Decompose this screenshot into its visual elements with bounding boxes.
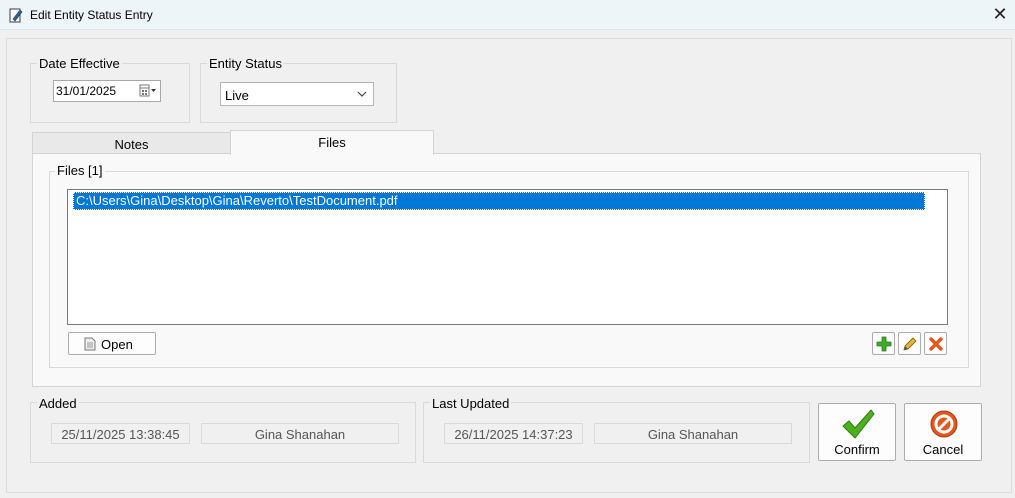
tab-notes[interactable]: Notes [32, 132, 231, 154]
app-icon [9, 8, 23, 23]
tab-files-label: Files [318, 135, 346, 150]
window-title: Edit Entity Status Entry [30, 8, 153, 22]
open-button-label: Open [101, 337, 133, 352]
list-item[interactable]: C:\Users\Gina\Desktop\Gina\Reverto\TestD… [73, 192, 925, 210]
no-entry-icon [930, 410, 958, 438]
plus-icon [876, 336, 892, 352]
cancel-button-label: Cancel [922, 442, 964, 457]
entity-status-select[interactable]: Live [220, 82, 374, 106]
added-user: Gina Shanahan [201, 423, 399, 444]
tab-notes-label: Notes [114, 137, 149, 152]
files-list[interactable]: C:\Users\Gina\Desktop\Gina\Reverto\TestD… [67, 189, 948, 325]
open-button[interactable]: Open [68, 332, 156, 355]
entity-status-label: Entity Status [207, 56, 284, 71]
last-updated-timestamp: 26/11/2025 14:37:23 [444, 423, 583, 444]
edit-file-button[interactable] [898, 332, 921, 355]
last-updated-user: Gina Shanahan [594, 423, 792, 444]
checkmark-icon [842, 409, 875, 439]
cancel-button[interactable]: Cancel [904, 403, 982, 461]
pencil-icon [903, 337, 917, 351]
date-effective-label: Date Effective [37, 56, 122, 71]
title-bar: Edit Entity Status Entry ✕ [0, 0, 1015, 30]
close-icon[interactable]: ✕ [990, 5, 1010, 25]
add-file-button[interactable] [872, 332, 895, 355]
added-timestamp: 25/11/2025 13:38:45 [51, 423, 190, 444]
date-effective-value: 31/01/2025 [56, 84, 117, 98]
last-updated-label: Last Updated [430, 396, 512, 411]
added-label: Added [37, 396, 79, 411]
chevron-down-icon [357, 91, 367, 97]
delete-file-button[interactable] [924, 332, 947, 355]
confirm-button[interactable]: Confirm [818, 403, 896, 461]
entity-status-value: Live [225, 88, 249, 103]
document-icon [84, 337, 96, 351]
x-icon [929, 337, 943, 351]
files-group-label: Files [1] [55, 163, 105, 178]
calendar-icon[interactable] [139, 84, 157, 98]
tab-files[interactable]: Files [230, 130, 434, 155]
date-effective-picker[interactable]: 31/01/2025 [53, 80, 161, 102]
confirm-button-label: Confirm [834, 442, 880, 457]
